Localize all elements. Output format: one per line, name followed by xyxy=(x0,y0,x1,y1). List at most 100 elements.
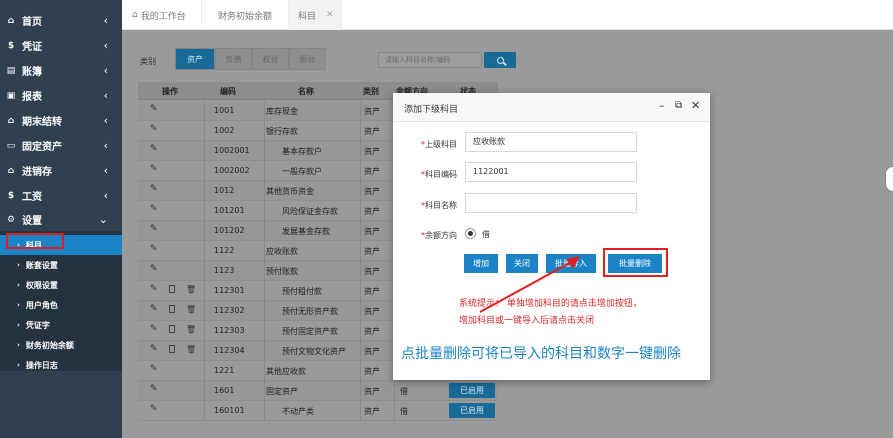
cell-name: 其他应收款 xyxy=(266,367,306,376)
edit-icon[interactable]: ✎ xyxy=(150,304,158,314)
chevron-right-icon: › xyxy=(17,361,20,369)
submenu-item-label: 财务初始余额 xyxy=(25,340,74,350)
sidebar-item-1[interactable]: $ 凭证 ‹ xyxy=(0,33,122,58)
submenu-item-label: 权限设置 xyxy=(25,280,58,290)
cell-name: 库存现金 xyxy=(266,107,298,116)
cell-code: 112303 xyxy=(214,326,245,335)
edit-icon[interactable]: ✎ xyxy=(150,384,158,394)
submenu-item-5[interactable]: › 财务初始余额 xyxy=(0,335,122,355)
cell-name: 不动产类 xyxy=(282,407,314,416)
maximize-icon[interactable]: ⧉ xyxy=(675,100,682,111)
parent-subject-field[interactable]: 应收账款 xyxy=(465,132,637,152)
chevron-left-icon: ‹ xyxy=(103,189,108,202)
edit-icon[interactable]: ✎ xyxy=(150,204,158,214)
submenu-item-4[interactable]: › 凭证字 xyxy=(0,315,122,335)
highlight-box-subject xyxy=(6,233,64,249)
sidebar-item-label: 工资 xyxy=(22,192,42,203)
tab-subjects[interactable]: 科目 ✕ xyxy=(289,0,342,30)
tab-initial-balance[interactable]: 财务初始余额 xyxy=(202,0,289,30)
document-icon[interactable] xyxy=(169,325,175,333)
trash-icon[interactable]: 🗑 xyxy=(186,325,196,334)
edit-icon[interactable]: ✎ xyxy=(150,404,158,414)
dialog-header: 添加下级科目 – ⧉ ✕ xyxy=(393,93,710,122)
scroll-handle[interactable] xyxy=(885,166,893,192)
edit-icon[interactable]: ✎ xyxy=(150,284,158,294)
chevron-right-icon: › xyxy=(17,301,20,309)
status-button[interactable]: 已启用 xyxy=(449,383,495,398)
direction-radio-debit[interactable] xyxy=(465,228,476,239)
edit-icon[interactable]: ✎ xyxy=(150,164,158,174)
cell-code: 1002001 xyxy=(214,146,250,155)
submenu-item-1[interactable]: › 账套设置 xyxy=(0,255,122,275)
sidebar-item-4[interactable]: ⌂ 期末结转 ‹ xyxy=(0,108,122,133)
cell-name: 预付无形资产款 xyxy=(282,307,338,316)
edit-icon[interactable]: ✎ xyxy=(150,224,158,234)
filter-tab-profit-loss[interactable]: 损益 xyxy=(289,48,326,70)
submenu-item-3[interactable]: › 用户角色 xyxy=(0,295,122,315)
highlight-frame-batch-delete xyxy=(603,248,668,277)
cell-code: 1002 xyxy=(214,126,235,135)
report-icon: ▣ xyxy=(6,90,16,101)
cell-name: 一般存款户 xyxy=(282,167,322,176)
direction-radio-label: 借 xyxy=(482,230,490,239)
cell-name: 其他货币资金 xyxy=(266,187,314,196)
document-icon[interactable] xyxy=(169,285,175,293)
cell-type: 资产 xyxy=(364,207,380,216)
trash-icon[interactable]: 🗑 xyxy=(186,345,196,354)
close-icon[interactable]: ✕ xyxy=(326,10,334,20)
close-icon[interactable]: ✕ xyxy=(691,99,700,112)
trash-icon[interactable]: 🗑 xyxy=(186,305,196,314)
edit-icon[interactable]: ✎ xyxy=(150,144,158,154)
sidebar-item-3[interactable]: ▣ 报表 ‹ xyxy=(0,83,122,108)
sidebar-item-2[interactable]: ▤ 账簿 ‹ xyxy=(0,58,122,83)
minimize-icon[interactable]: – xyxy=(659,99,665,112)
search-input[interactable]: 请输入科目名称/编码 xyxy=(378,52,482,68)
edit-icon[interactable]: ✎ xyxy=(150,184,158,194)
header-code: 编码 xyxy=(220,87,236,96)
sidebar-item-0[interactable]: ⌂ 首页 ‹ xyxy=(0,8,122,33)
edit-icon[interactable]: ✎ xyxy=(150,324,158,334)
status-button[interactable]: 已启用 xyxy=(449,403,495,418)
cell-name: 银行存款 xyxy=(266,127,298,136)
subject-name-field[interactable] xyxy=(465,193,637,213)
cell-type: 资产 xyxy=(364,387,380,396)
edit-icon[interactable]: ✎ xyxy=(150,124,158,134)
filter-tab-liabilities[interactable]: 负债 xyxy=(215,48,252,70)
cell-type: 资产 xyxy=(364,347,380,356)
cell-direction: 借 xyxy=(400,387,408,396)
document-icon[interactable] xyxy=(169,345,175,353)
balance-direction-label: *余额方向 xyxy=(421,231,457,240)
edit-icon[interactable]: ✎ xyxy=(150,244,158,254)
cell-type: 资产 xyxy=(364,227,380,236)
cell-code: 101201 xyxy=(214,206,245,215)
subject-code-field[interactable]: 1122001 xyxy=(465,162,637,182)
sidebar-item-5[interactable]: ▭ 固定资产 ‹ xyxy=(0,133,122,158)
sidebar-item-label: 固定资产 xyxy=(22,142,62,153)
edit-icon[interactable]: ✎ xyxy=(150,264,158,274)
tab-bar: ⌂ 我的工作台 财务初始余额 科目 ✕ xyxy=(122,0,893,30)
cell-code: 112304 xyxy=(214,346,245,355)
cell-code: 160101 xyxy=(214,406,245,415)
cell-name: 风险保证金存款 xyxy=(282,207,338,216)
trash-icon[interactable]: 🗑 xyxy=(186,285,196,294)
sidebar-item-label: 首页 xyxy=(22,17,42,28)
edit-icon[interactable]: ✎ xyxy=(150,104,158,114)
filter-tab-assets[interactable]: 资产 xyxy=(175,48,215,70)
cell-type: 资产 xyxy=(364,267,380,276)
edit-icon[interactable]: ✎ xyxy=(150,344,158,354)
cell-type: 资产 xyxy=(364,147,380,156)
document-icon[interactable] xyxy=(169,305,175,313)
sidebar-item-label: 设置 xyxy=(22,216,42,227)
cell-type: 资产 xyxy=(364,187,380,196)
search-button[interactable] xyxy=(484,52,516,68)
tab-workbench[interactable]: ⌂ 我的工作台 xyxy=(122,0,202,30)
sidebar-item-6[interactable]: ⌂ 进销存 ‹ xyxy=(0,158,122,183)
submenu-item-2[interactable]: › 权限设置 xyxy=(0,275,122,295)
sidebar-item-7[interactable]: $ 工资 ‹ xyxy=(0,183,122,208)
chevron-left-icon: ‹ xyxy=(103,114,108,127)
filter-tab-equity[interactable]: 权益 xyxy=(252,48,289,70)
submenu-item-6[interactable]: › 操作日志 xyxy=(0,355,122,375)
edit-icon[interactable]: ✎ xyxy=(150,364,158,374)
cell-name: 固定资产 xyxy=(266,387,298,396)
sidebar-item-8[interactable]: ⚙ 设置 ⌄ xyxy=(0,207,122,232)
